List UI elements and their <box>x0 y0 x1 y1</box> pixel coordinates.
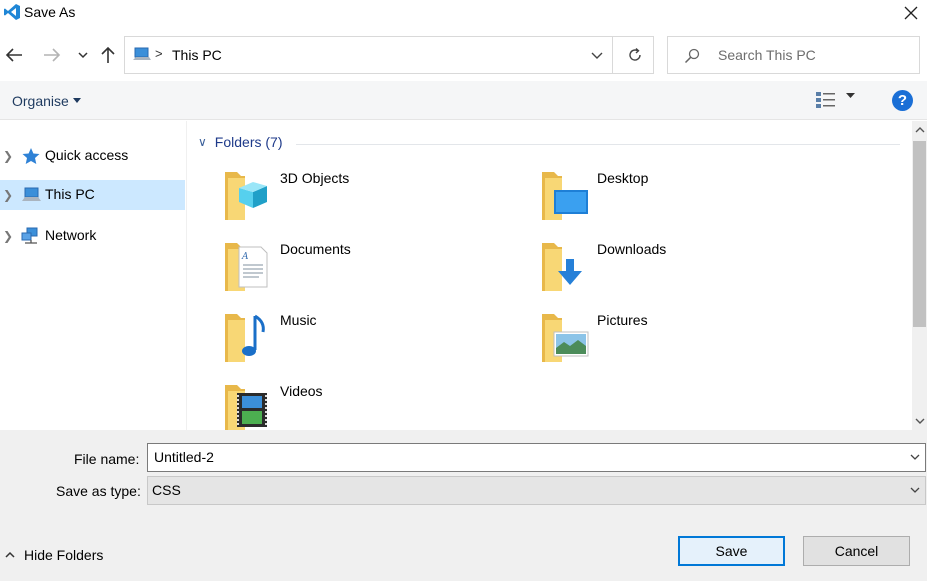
sidebar-item-label: Network <box>45 227 97 243</box>
file-name-value: Untitled-2 <box>154 449 214 465</box>
hide-folders-label: Hide Folders <box>24 547 104 563</box>
folder-label: Downloads <box>597 241 667 257</box>
documents-folder-icon: A <box>225 243 268 291</box>
sidebar-item-quick-access[interactable]: ❯ Quick access <box>0 141 185 171</box>
pictures-folder-icon <box>542 314 589 362</box>
folder-videos[interactable]: Videos <box>223 381 523 430</box>
videos-folder-icon <box>225 385 267 430</box>
save-as-type-value: CSS <box>152 482 181 498</box>
breadcrumb-chevron-icon[interactable]: > <box>155 46 163 61</box>
desktop-folder-icon <box>542 172 588 220</box>
group-divider <box>296 144 900 145</box>
folder-documents[interactable]: A Documents <box>223 239 523 301</box>
close-icon <box>904 6 918 20</box>
organise-menu-button[interactable]: Organise <box>12 93 81 109</box>
folder-label: Videos <box>280 383 323 399</box>
star-icon <box>22 148 40 164</box>
sidebar-item-label: Quick access <box>45 147 129 163</box>
address-bar[interactable]: > This PC <box>124 36 654 74</box>
caret-down-icon[interactable] <box>846 93 855 99</box>
folder-desktop[interactable]: Desktop <box>540 168 840 230</box>
folder-downloads[interactable]: Downloads <box>540 239 840 301</box>
refresh-icon <box>629 47 641 61</box>
save-as-type-select[interactable]: CSS <box>147 476 926 505</box>
up-button[interactable] <box>98 45 118 65</box>
chevron-up-icon <box>5 551 15 558</box>
title-bar: Save As <box>0 0 927 28</box>
caret-down-icon <box>72 98 81 103</box>
close-button[interactable] <box>895 0 927 26</box>
expand-chevron-icon[interactable]: ❯ <box>3 229 13 243</box>
recent-locations-button[interactable] <box>73 45 93 65</box>
save-as-type-label: Save as type: <box>56 483 141 499</box>
organise-label: Organise <box>12 93 69 109</box>
folders-group-header[interactable]: ∨ Folders (7) <box>198 134 282 150</box>
folder-label: Documents <box>280 241 351 257</box>
svg-text:A: A <box>241 252 249 262</box>
file-name-label: File name: <box>74 451 140 467</box>
collapse-chevron-icon[interactable]: ∨ <box>198 135 207 149</box>
folder-label: Music <box>280 312 317 328</box>
chevron-down-icon <box>78 52 88 59</box>
sidebar-item-network[interactable]: ❯ Network <box>0 221 185 251</box>
save-button[interactable]: Save <box>678 536 785 566</box>
computer-icon <box>22 187 41 201</box>
save-options-panel: File name: Untitled-2 Save as type: CSS … <box>0 430 927 581</box>
chevron-down-icon <box>591 52 603 59</box>
computer-icon <box>133 47 151 60</box>
arrow-left-icon <box>5 48 22 62</box>
cancel-button[interactable]: Cancel <box>803 536 910 566</box>
divider <box>612 37 613 73</box>
arrow-up-icon <box>101 46 115 63</box>
vertical-scrollbar[interactable] <box>912 121 927 430</box>
window-title: Save As <box>24 4 76 20</box>
address-history-button[interactable] <box>581 37 613 73</box>
hide-folders-button[interactable]: Hide Folders <box>4 547 103 563</box>
navigation-pane: ❯ Quick access ❯ This PC ❯ Network <box>0 121 187 430</box>
sidebar-item-label: This PC <box>45 186 95 202</box>
file-name-input[interactable]: Untitled-2 <box>147 443 926 472</box>
view-options-icon[interactable] <box>815 90 837 110</box>
folder-label: Desktop <box>597 170 649 186</box>
chevron-down-icon <box>910 487 920 493</box>
chevron-down-icon[interactable] <box>909 452 921 462</box>
search-input[interactable]: Search This PC <box>667 36 920 74</box>
downloads-folder-icon <box>542 243 582 291</box>
folder-label: Pictures <box>597 312 648 328</box>
music-folder-icon <box>225 314 265 362</box>
chevron-up-icon <box>915 127 924 133</box>
folder-label: 3D Objects <box>280 170 350 186</box>
folder-pictures[interactable]: Pictures <box>540 310 840 372</box>
vscode-icon <box>4 4 20 20</box>
scroll-down-button[interactable] <box>912 412 927 430</box>
group-header-label: Folders (7) <box>214 134 283 150</box>
refresh-button[interactable] <box>617 37 653 73</box>
help-icon[interactable]: ? <box>892 90 913 111</box>
chevron-down-icon <box>915 418 924 424</box>
expand-chevron-icon[interactable]: ❯ <box>3 149 13 163</box>
scroll-up-button[interactable] <box>912 121 927 139</box>
sidebar-item-this-pc[interactable]: ❯ This PC <box>0 180 185 210</box>
folder-3d-objects[interactable]: 3D Objects <box>223 168 523 230</box>
3d-objects-folder-icon <box>225 172 267 220</box>
folder-music[interactable]: Music <box>223 310 523 372</box>
expand-chevron-icon[interactable]: ❯ <box>3 188 13 202</box>
command-bar: Organise ? <box>0 81 927 120</box>
search-placeholder: Search This PC <box>718 47 816 63</box>
scroll-thumb[interactable] <box>913 141 926 327</box>
search-icon <box>684 48 700 64</box>
forward-button[interactable] <box>42 45 62 65</box>
back-button[interactable] <box>4 45 24 65</box>
network-icon <box>21 227 38 244</box>
arrow-right-icon <box>44 48 61 62</box>
breadcrumb-location[interactable]: This PC <box>172 47 222 63</box>
file-list: ∨ Folders (7) 3D Objects Desktop A Docum… <box>188 121 912 430</box>
